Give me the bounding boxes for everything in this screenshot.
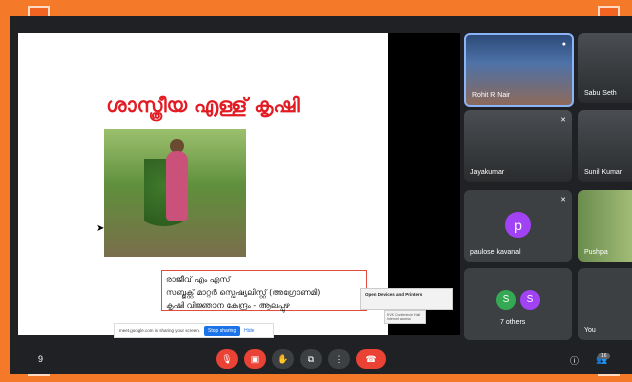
participant-name: Sunil Kumar bbox=[584, 169, 623, 176]
mic-off-icon: ✕ bbox=[560, 117, 566, 124]
avatar: S bbox=[520, 289, 540, 310]
call-controls-bar: 9 🎙 ▣ ✋ ⧉ ⋮ ☎ ⓘ 👥 16 bbox=[10, 346, 632, 374]
participant-name: You bbox=[584, 327, 596, 334]
slide-caption: രാജീവ് എം എസ് സബ്ജക്റ്റ് മാറ്റർ സ്പെഷ്യല… bbox=[161, 270, 367, 311]
raise-hand-button[interactable]: ✋ bbox=[272, 349, 294, 369]
info-icon[interactable]: ⓘ bbox=[570, 354, 579, 367]
context-popup[interactable]: Open Devices and Printers bbox=[360, 288, 453, 310]
participant-tile-others[interactable]: S S 7 others bbox=[464, 268, 572, 340]
participant-tile-self[interactable]: You bbox=[578, 268, 632, 340]
more-options-button[interactable]: ⋮ bbox=[328, 349, 350, 369]
speaking-icon: ● bbox=[561, 41, 566, 48]
camera-off-button[interactable]: ▣ bbox=[244, 349, 266, 369]
participant-name: Jayakumar bbox=[470, 169, 505, 176]
participant-name: Sabu Seth bbox=[584, 90, 617, 97]
participant-name: 7 others bbox=[500, 319, 526, 326]
participant-tile[interactable]: Pushpa bbox=[578, 190, 632, 262]
caption-line: സബ്ജക്റ്റ് മാറ്റർ സ്പെഷ്യലിസ്റ്റ് (അഗ്രോ… bbox=[166, 288, 321, 297]
leave-call-button[interactable]: ☎ bbox=[356, 349, 386, 369]
participant-tile[interactable]: Sunil Kumar bbox=[578, 110, 632, 182]
share-message: meet.google.com is sharing your screen. bbox=[119, 328, 201, 333]
hide-button[interactable]: Hide bbox=[244, 328, 254, 334]
meeting-code-label: 9 bbox=[38, 354, 44, 364]
participant-tile[interactable]: ✕ Jayakumar bbox=[464, 110, 572, 182]
tooltip-popup: KVK Conference Hall Internet access bbox=[384, 310, 426, 324]
slide-photo bbox=[104, 129, 246, 257]
avatar: S bbox=[496, 289, 516, 310]
presentation-slide: ശാസ്ത്രീയ എള്ള് കൃഷി രാജീവ് എം എസ് സബ്ജക… bbox=[18, 33, 388, 338]
present-button[interactable]: ⧉ bbox=[300, 349, 322, 369]
caption-line: രാജീവ് എം എസ് bbox=[166, 275, 231, 284]
participant-name: Pushpa bbox=[584, 249, 608, 256]
popup-label: Open Devices and Printers bbox=[365, 292, 423, 297]
mic-off-button[interactable]: 🎙 bbox=[216, 349, 238, 369]
people-icon[interactable]: 👥 16 bbox=[596, 353, 610, 365]
participant-count-badge: 16 bbox=[598, 353, 610, 359]
screen-share-bar: meet.google.com is sharing your screen. … bbox=[114, 323, 274, 338]
participant-tile[interactable]: ● Rohit R Nair bbox=[464, 33, 574, 107]
popup-sub-label: KVK Conference Hall Internet access bbox=[387, 313, 421, 321]
participant-tile[interactable]: ✕ p paulose kavanal bbox=[464, 190, 572, 262]
participant-name: Rohit R Nair bbox=[472, 92, 511, 99]
participant-name: paulose kavanal bbox=[470, 249, 521, 256]
mic-off-icon: ✕ bbox=[560, 197, 566, 204]
slide-title: ശാസ്ത്രീയ എള്ള് കൃഷി bbox=[106, 93, 300, 117]
caption-line: കൃഷി വിജ്ഞാന കേന്ദ്രം - ആലപ്പുഴ bbox=[166, 301, 290, 310]
avatar: p bbox=[505, 211, 531, 238]
participant-tile[interactable]: Sabu Seth bbox=[578, 33, 632, 103]
stop-sharing-button[interactable]: Stop sharing bbox=[204, 325, 241, 336]
meet-window: ശാസ്ത്രീയ എള്ള് കൃഷി രാജീവ് എം എസ് സബ്ജക… bbox=[10, 16, 632, 374]
mouse-cursor-icon: ➤ bbox=[96, 223, 105, 234]
